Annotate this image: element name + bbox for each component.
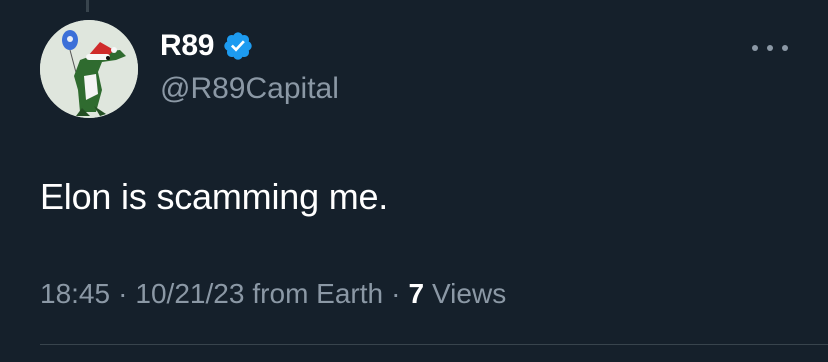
meta-separator: · [118,278,128,309]
tweet-meta: 18:45 · 10/21/23 from Earth · 7 Views [40,278,506,310]
more-options-icon [752,45,758,51]
verified-badge-icon [222,30,254,62]
views-count[interactable]: 7 [408,278,424,310]
tweet-time[interactable]: 18:45 [40,278,110,310]
author-handle[interactable]: @R89Capital [160,72,339,106]
more-options-icon-dot [782,45,788,51]
more-options-icon-dot [767,45,773,51]
views-label: Views [432,278,507,309]
more-options-button[interactable] [752,36,788,60]
author-name-row: R89 [160,26,254,66]
tweet-date[interactable]: 10/21/23 [135,278,244,310]
tweet-source: from Earth [252,278,384,309]
dinosaur-avatar-icon [40,20,138,118]
avatar[interactable] [40,20,138,118]
meta-separator: · [391,278,401,309]
divider [40,344,828,345]
thread-connector-line [86,0,89,12]
tweet-text: Elon is scamming me. [40,176,389,217]
author-display-name[interactable]: R89 [160,29,214,63]
